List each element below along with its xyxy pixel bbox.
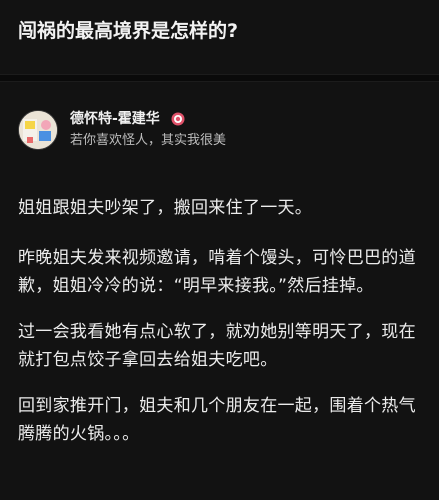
author-name-line[interactable]: 德怀特-霍建华 — [70, 109, 185, 129]
author-row[interactable]: 德怀特-霍建华 若你喜欢怪人，其实我很美 — [18, 108, 423, 154]
avatar-image — [19, 111, 57, 149]
badge-icon — [171, 112, 185, 126]
answer-paragraph: 昨晚姐夫发来视频邀请，啃着个馒头，可怜巴巴的道歉，姐姐冷冷的说：“明早来接我。”… — [18, 248, 416, 296]
author-bio: 若你喜欢怪人，其实我很美 — [70, 133, 227, 148]
avatar-icon[interactable] — [18, 110, 58, 150]
author-name[interactable]: 德怀特-霍建华 — [70, 111, 160, 127]
answer-paragraph: 姐姐跟姐夫吵架了，搬回来住了一天。 — [18, 198, 313, 218]
section-divider — [0, 74, 439, 82]
answer-paragraph: 过一会我看她有点心软了，就劝她别等明天了，现在就打包点饺子拿回去给姐夫吃吧。 — [18, 322, 416, 370]
answer-paragraph: 回到家推开门，姐夫和几个朋友在一起，围着个热气腾腾的火锅。。。 — [18, 396, 416, 444]
question-title[interactable]: 闯祸的最高境界是怎样的? — [18, 18, 423, 44]
answer-body: 姐姐跟姐夫吵架了，搬回来住了一天。 昨晚姐夫发来视频邀请，啃着个馒头，可怜巴巴的… — [18, 194, 423, 448]
